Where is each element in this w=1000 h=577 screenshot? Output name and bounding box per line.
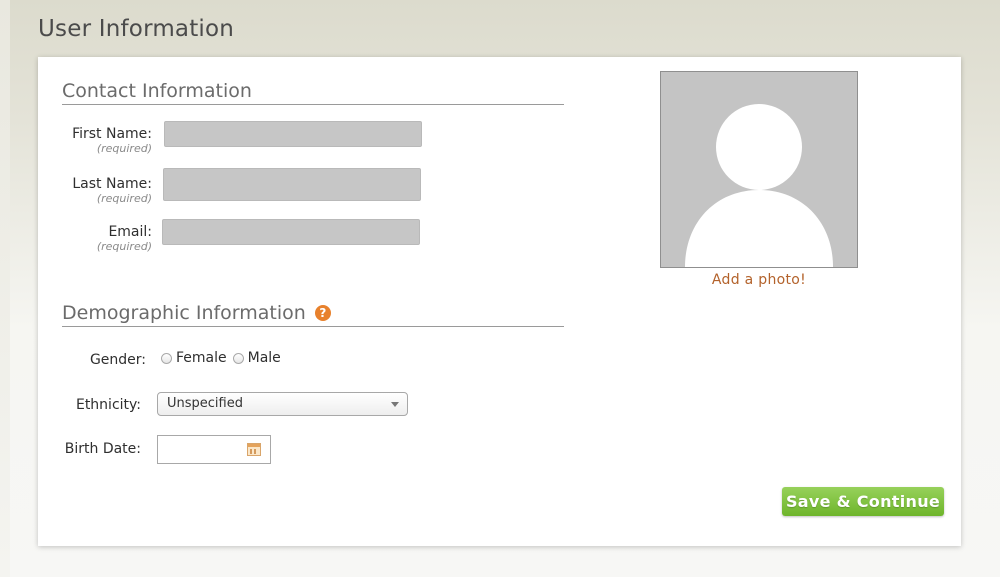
email-label-text: Email: (108, 224, 152, 240)
demographic-heading-text: Demographic Information (62, 302, 306, 324)
birth-date-label: Birth Date: (64, 441, 141, 457)
first-name-required-note: (required) (96, 142, 152, 155)
gender-radio-group: Female Male (161, 350, 287, 366)
demographic-information-heading: Demographic Information ? (62, 301, 564, 327)
ethnicity-label: Ethnicity: (75, 397, 141, 413)
male-radio[interactable] (232, 352, 244, 364)
ethnicity-select[interactable]: Unspecified (157, 392, 408, 416)
gender-label: Gender: (89, 352, 146, 368)
email-required-note: (required) (96, 240, 152, 253)
first-name-label-text: First Name: (72, 126, 152, 142)
contact-information-heading: Contact Information (62, 79, 564, 105)
gender-option-male[interactable]: Male (232, 350, 281, 366)
calendar-icon[interactable] (247, 443, 261, 456)
last-name-required-note: (required) (96, 192, 152, 205)
female-radio[interactable] (161, 352, 172, 364)
gender-option-female[interactable]: Female (161, 350, 227, 366)
page-title: User Information (38, 16, 235, 42)
first-name-label: First Name: (required) (42, 126, 152, 155)
question-circle-icon[interactable]: ? (314, 305, 331, 321)
male-label: Male (247, 350, 281, 366)
last-name-label-text: Last Name: (72, 176, 152, 192)
last-name-label: Last Name: (required) (42, 176, 152, 205)
birth-date-input[interactable] (157, 435, 271, 464)
add-photo-link[interactable]: Add a photo! (660, 272, 858, 288)
save-and-continue-button[interactable]: Save & Continue (782, 487, 944, 516)
chevron-down-icon (391, 402, 399, 407)
profile-photo-placeholder[interactable] (660, 71, 858, 268)
user-information-card: Contact Information First Name: (require… (38, 57, 961, 546)
female-label: Female (176, 350, 227, 366)
email-input[interactable] (162, 219, 420, 245)
page-left-edge (0, 0, 10, 577)
last-name-input[interactable] (163, 168, 421, 201)
first-name-input[interactable] (164, 121, 422, 147)
avatar-silhouette-icon (685, 104, 833, 267)
ethnicity-selected-value: Unspecified (167, 396, 243, 411)
email-label: Email: (required) (42, 224, 152, 253)
